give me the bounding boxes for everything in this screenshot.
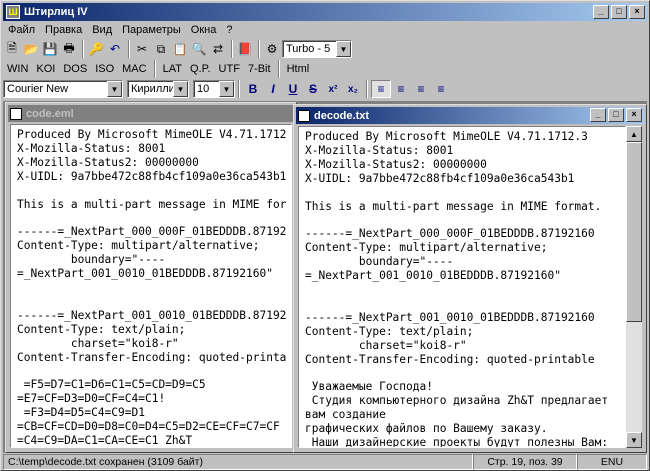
scroll-down-icon[interactable]: ▼: [626, 432, 642, 448]
font-size-select[interactable]: 10 ▼: [193, 80, 235, 98]
document-title-bar[interactable]: decode.txt _ □ ×: [296, 107, 644, 124]
menu-bar: Файл Правка Вид Параметры Окна ?: [3, 21, 237, 39]
align-left-icon[interactable]: ≡: [371, 80, 391, 98]
align-center-icon[interactable]: ≡: [391, 80, 411, 98]
menu-help[interactable]: ?: [221, 24, 237, 36]
window-title: Штирлиц IV: [24, 6, 88, 18]
copy-icon[interactable]: ⧉: [152, 40, 170, 58]
print-icon[interactable]: 🖶: [60, 40, 78, 58]
find-key-icon[interactable]: 🔑: [87, 40, 105, 58]
encoding-utf-button[interactable]: UTF: [215, 60, 244, 78]
encoding-mac-button[interactable]: MAC: [118, 60, 150, 78]
status-bar: C:\temp\decode.txt сохранен (3109 байт) …: [3, 454, 647, 470]
cursor-position: Стр. 19, поз. 39: [473, 454, 577, 470]
font-select[interactable]: Courier New ▼: [3, 80, 123, 98]
document-text[interactable]: Produced By Microsoft MimeOLE V4.71.1712…: [11, 125, 291, 447]
toolbar-separator: [153, 60, 156, 78]
encoding-iso-button[interactable]: ISO: [91, 60, 118, 78]
save-icon[interactable]: 💾: [41, 40, 59, 58]
bold-button[interactable]: B: [243, 80, 263, 98]
new-icon[interactable]: 🗎: [3, 40, 21, 58]
encoding-win-button[interactable]: WIN: [3, 60, 32, 78]
subscript-button[interactable]: x₂: [343, 80, 363, 98]
undo-icon[interactable]: ↶: [106, 40, 124, 58]
encoding-lat-button[interactable]: LAT: [159, 60, 186, 78]
align-right-icon[interactable]: ≡: [411, 80, 431, 98]
chevron-down-icon[interactable]: ▼: [107, 81, 122, 97]
superscript-button[interactable]: x²: [323, 80, 343, 98]
italic-button[interactable]: I: [263, 80, 283, 98]
encoding-dos-button[interactable]: DOS: [59, 60, 91, 78]
charset-select[interactable]: Кириллиц ▼: [127, 80, 189, 98]
document-icon: [10, 107, 22, 120]
text-editor[interactable]: Produced By Microsoft MimeOLE V4.71.1712…: [10, 124, 292, 448]
menu-file[interactable]: Файл: [3, 24, 40, 36]
toolbar-separator: [82, 40, 84, 58]
encoding-7bit-button[interactable]: 7-Bit: [244, 60, 275, 78]
scroll-up-icon[interactable]: ▲: [626, 126, 642, 142]
encoding-koi-button[interactable]: KOI: [32, 60, 59, 78]
document-text[interactable]: Produced By Microsoft MimeOLE V4.71.1712…: [299, 127, 625, 447]
status-message: C:\temp\decode.txt сохранен (3109 байт): [3, 454, 473, 470]
open-icon[interactable]: 📂: [22, 40, 40, 58]
toolbar-separator: [258, 40, 260, 58]
scroll-thumb[interactable]: [626, 142, 642, 322]
menu-parameters[interactable]: Параметры: [117, 24, 186, 36]
document-window-decode-txt[interactable]: decode.txt _ □ × Produced By Microsoft M…: [293, 104, 647, 453]
cut-icon[interactable]: ✂: [133, 40, 151, 58]
menu-windows[interactable]: Окна: [186, 24, 222, 36]
underline-button[interactable]: U: [283, 80, 303, 98]
toolbar-separator: [238, 80, 240, 98]
strikethrough-button[interactable]: S: [303, 80, 323, 98]
document-window-code-eml[interactable]: code.eml Produced By Microsoft MimeOLE V…: [5, 102, 297, 453]
close-button[interactable]: ×: [629, 5, 645, 19]
options-icon[interactable]: ⚙: [263, 40, 281, 58]
toolbar-separator: [128, 40, 130, 58]
minimize-button[interactable]: _: [593, 5, 609, 19]
encoding-qp-button[interactable]: Q.P.: [186, 60, 215, 78]
encoding-toolbar: WIN KOI DOS ISO MAC LAT Q.P. UTF 7-Bit H…: [3, 59, 313, 79]
document-title-bar[interactable]: code.eml: [8, 105, 294, 122]
menu-view[interactable]: Вид: [87, 24, 117, 36]
title-buttons: _ □ ×: [591, 5, 645, 19]
chevron-down-icon[interactable]: ▼: [219, 81, 234, 97]
toolbar-separator: [231, 40, 233, 58]
paste-icon[interactable]: 📋: [171, 40, 189, 58]
replace-icon[interactable]: ⇄: [209, 40, 227, 58]
document-title: decode.txt: [314, 109, 370, 122]
mdi-workspace: code.eml Produced By Microsoft MimeOLE V…: [3, 101, 647, 453]
toolbar-separator: [366, 80, 368, 98]
document-icon: [298, 109, 310, 122]
encoding-html-button[interactable]: Html: [283, 60, 314, 78]
mode-select[interactable]: Turbo - 5 ▼: [282, 40, 352, 58]
vertical-scrollbar[interactable]: ▲ ▼: [626, 126, 642, 448]
keyboard-language: ENU: [577, 454, 647, 470]
format-toolbar: Courier New ▼ Кириллиц ▼ 10 ▼ B I U S x²…: [3, 79, 451, 99]
main-window: Ш Штирлиц IV _ □ × Файл Правка Вид Парам…: [0, 0, 650, 471]
document-maximize-button[interactable]: □: [608, 108, 624, 122]
chevron-down-icon[interactable]: ▼: [173, 81, 188, 97]
toolbar-separator: [277, 60, 280, 78]
app-icon[interactable]: Ш: [6, 5, 20, 19]
document-title: code.eml: [26, 107, 74, 120]
document-title-buttons: _ □ ×: [588, 108, 642, 122]
title-bar[interactable]: Ш Штирлиц IV _ □ ×: [3, 3, 647, 21]
document-minimize-button[interactable]: _: [590, 108, 606, 122]
text-editor[interactable]: Produced By Microsoft MimeOLE V4.71.1712…: [298, 126, 626, 448]
maximize-button[interactable]: □: [611, 5, 627, 19]
main-toolbar: 🗎 📂 💾 🖶 🔑 ↶ ✂ ⧉ 📋 🔍 ⇄ 📕 ⚙ Turbo - 5 ▼: [3, 39, 352, 59]
chevron-down-icon[interactable]: ▼: [336, 41, 351, 57]
book-icon[interactable]: 📕: [236, 40, 254, 58]
document-close-button[interactable]: ×: [626, 108, 642, 122]
search-icon[interactable]: 🔍: [190, 40, 208, 58]
menu-edit[interactable]: Правка: [40, 24, 87, 36]
align-justify-icon[interactable]: ≡: [431, 80, 451, 98]
